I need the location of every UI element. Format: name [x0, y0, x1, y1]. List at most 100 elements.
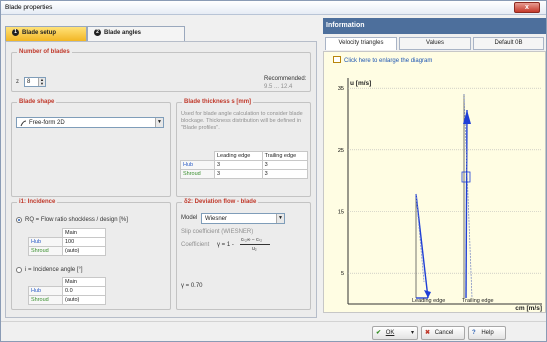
row-shroud: Shroud — [28, 246, 63, 256]
tab-label: Blade setup — [22, 30, 57, 36]
deviation-model-select[interactable]: Wiesner ▼ — [201, 213, 285, 224]
col-trailing-edge: Trailing edge — [261, 151, 309, 161]
incidence-group: i1: Incidence RQ = Flow ratio shockless … — [11, 199, 171, 310]
deviation-model-value: Wiesner — [205, 216, 228, 222]
row-shroud: Shroud — [180, 169, 215, 179]
table-row: Shroud (auto) — [28, 295, 106, 305]
tab-values[interactable]: Values — [399, 37, 471, 50]
row-hub: Hub — [28, 286, 63, 296]
y-tick-label-5: 5 — [341, 271, 344, 277]
free-form-curve-icon — [20, 120, 27, 127]
step-1-icon: 1 — [12, 29, 19, 36]
close-button[interactable]: x — [514, 2, 540, 13]
table-row: Hub 100 — [28, 237, 106, 247]
cancel-button[interactable]: ✖ Cancel — [421, 326, 465, 340]
help-icon: ? — [472, 330, 476, 336]
slip-coefficient-label: Slip coefficient (WIESNER) — [181, 229, 254, 235]
corner-cell — [181, 152, 215, 161]
col-main: Main — [62, 228, 106, 238]
col-leading-edge: Leading edge — [214, 151, 263, 161]
chevron-down-icon[interactable]: ▼ — [155, 118, 163, 127]
tab-label: Blade angles — [104, 30, 142, 36]
trailing-edge-w-vector — [465, 109, 468, 299]
table-row: Shroud 3 3 — [180, 169, 309, 179]
flow-ratio-radio[interactable] — [16, 217, 22, 223]
leading-edge-arrowhead — [424, 290, 431, 298]
button-bar: ✔ OK ▾ ✖ Cancel ? Help — [1, 321, 546, 341]
corner-cell — [29, 229, 63, 238]
shroud-flow-ratio-cell[interactable]: (auto) — [62, 246, 106, 256]
table-row: Leading edge Trailing edge — [181, 151, 309, 161]
tab-velocity-triangles[interactable]: Velocity triangles — [325, 37, 397, 50]
row-hub: Hub — [180, 160, 215, 170]
fraction-bar — [240, 244, 270, 245]
hub-incidence-cell[interactable]: 0.0 — [62, 286, 106, 296]
table-row: Hub 0.0 — [28, 286, 106, 296]
group-title: Number of blades — [17, 49, 72, 55]
help-button[interactable]: ? Help — [468, 326, 506, 340]
blade-shape-value: Free-form 2D — [29, 120, 65, 126]
title-bar: Blade properties x — [1, 1, 546, 15]
blade-count-stepper[interactable]: 8 ▲ ▼ — [24, 77, 46, 87]
chevron-down-icon[interactable]: ▾ — [411, 327, 414, 339]
corner-cell — [29, 278, 63, 287]
velocity-triangle-panel: Click here to enlarge the diagram 5 15 25 3… — [323, 51, 546, 313]
y-tick-label-25: 25 — [338, 148, 344, 154]
coefficient-label: Coefficient — [181, 242, 210, 248]
tab-blade-angles[interactable]: 2 Blade angles — [87, 26, 185, 41]
incidence-angle-radio[interactable] — [16, 267, 22, 273]
help-label: Help — [481, 330, 494, 336]
cancel-label: Cancel — [434, 330, 454, 336]
y-axis-label: u [m/s] — [350, 80, 371, 87]
gamma-value: γ = 0.70 — [181, 283, 203, 289]
step-2-icon: 2 — [94, 29, 101, 36]
blade-shape-group: Blade shape Free-form 2D ▼ — [11, 99, 171, 197]
table-row: Main — [29, 228, 106, 238]
window-title: Blade properties — [5, 4, 53, 11]
table-row: Main — [29, 277, 106, 287]
shroud-leading-edge-cell[interactable]: 3 — [214, 169, 263, 179]
formula-denominator: u₂ — [252, 246, 257, 252]
tab-strip: 1 Blade setup 2 Blade angles — [5, 26, 317, 41]
flow-ratio-table: Main Hub 100 Shroud (auto) — [28, 228, 106, 256]
hub-leading-edge-cell[interactable]: 3 — [214, 160, 263, 170]
velocity-triangle-chart: 5 15 25 35 u [m/s] cm [m/s] Leading edge Tr… — [338, 78, 542, 312]
y-tick-label-35: 35 — [338, 86, 344, 92]
table-row: Shroud (auto) — [28, 246, 106, 256]
chevron-down-icon[interactable]: ▼ — [276, 214, 284, 223]
blade-shape-select[interactable]: Free-form 2D ▼ — [16, 117, 164, 128]
blade-thickness-group: Blade thickness s [mm] Used for blade an… — [176, 99, 311, 197]
x-axis-label: cm [m/s] — [515, 305, 542, 312]
flow-ratio-label: RQ = Flow ratio shockless / design [%] — [25, 217, 128, 223]
shroud-incidence-cell[interactable]: (auto) — [62, 295, 106, 305]
group-title: Blade shape — [17, 99, 57, 105]
tab-blade-setup[interactable]: 1 Blade setup — [5, 26, 87, 41]
left-pane: 1 Blade setup 2 Blade angles Number of bla… — [5, 18, 317, 318]
shroud-trailing-edge-cell[interactable]: 3 — [261, 169, 309, 179]
recommended-label: Recommended: — [264, 76, 307, 82]
information-header: Information — [323, 18, 546, 34]
leading-edge-label: Leading edge — [412, 298, 445, 304]
model-label: Model — [181, 215, 198, 221]
ok-button[interactable]: ✔ OK ▾ — [372, 326, 418, 340]
hub-flow-ratio-cell[interactable]: 100 — [62, 237, 106, 247]
stepper-arrows-icon[interactable]: ▲ ▼ — [38, 78, 45, 86]
recommended-value: 9.5 ... 12.4 — [264, 84, 293, 90]
leading-edge-w-dashed — [415, 193, 425, 283]
blade-properties-window: Blade properties x 1 Blade setup 2 Blade a… — [0, 0, 547, 342]
information-pane: Information Velocity triangles Values De… — [323, 18, 546, 318]
group-title: δ2: Deviation flow - blade — [182, 199, 259, 205]
hub-trailing-edge-cell[interactable]: 3 — [261, 160, 309, 170]
cross-icon: ✖ — [425, 330, 431, 336]
thickness-description: Used for blade angle calculation to cons… — [181, 111, 303, 131]
row-shroud: Shroud — [28, 295, 63, 305]
incidence-angle-table: Main Hub 0.0 Shroud (auto) — [28, 277, 106, 305]
y-tick-label-15: 15 — [338, 210, 344, 216]
z-label: z — [16, 79, 19, 85]
thickness-table: Leading edge Trailing edge Hub 3 3 Shrou… — [180, 151, 309, 179]
checkmark-icon: ✔ — [376, 330, 382, 336]
tab-default[interactable]: Default 0B — [473, 37, 544, 50]
formula-numerator: cₜ₂∞ − cₜ₂ — [241, 237, 263, 243]
blade-count-value: 8 — [27, 79, 31, 85]
trailing-edge-c-vector — [463, 93, 473, 299]
